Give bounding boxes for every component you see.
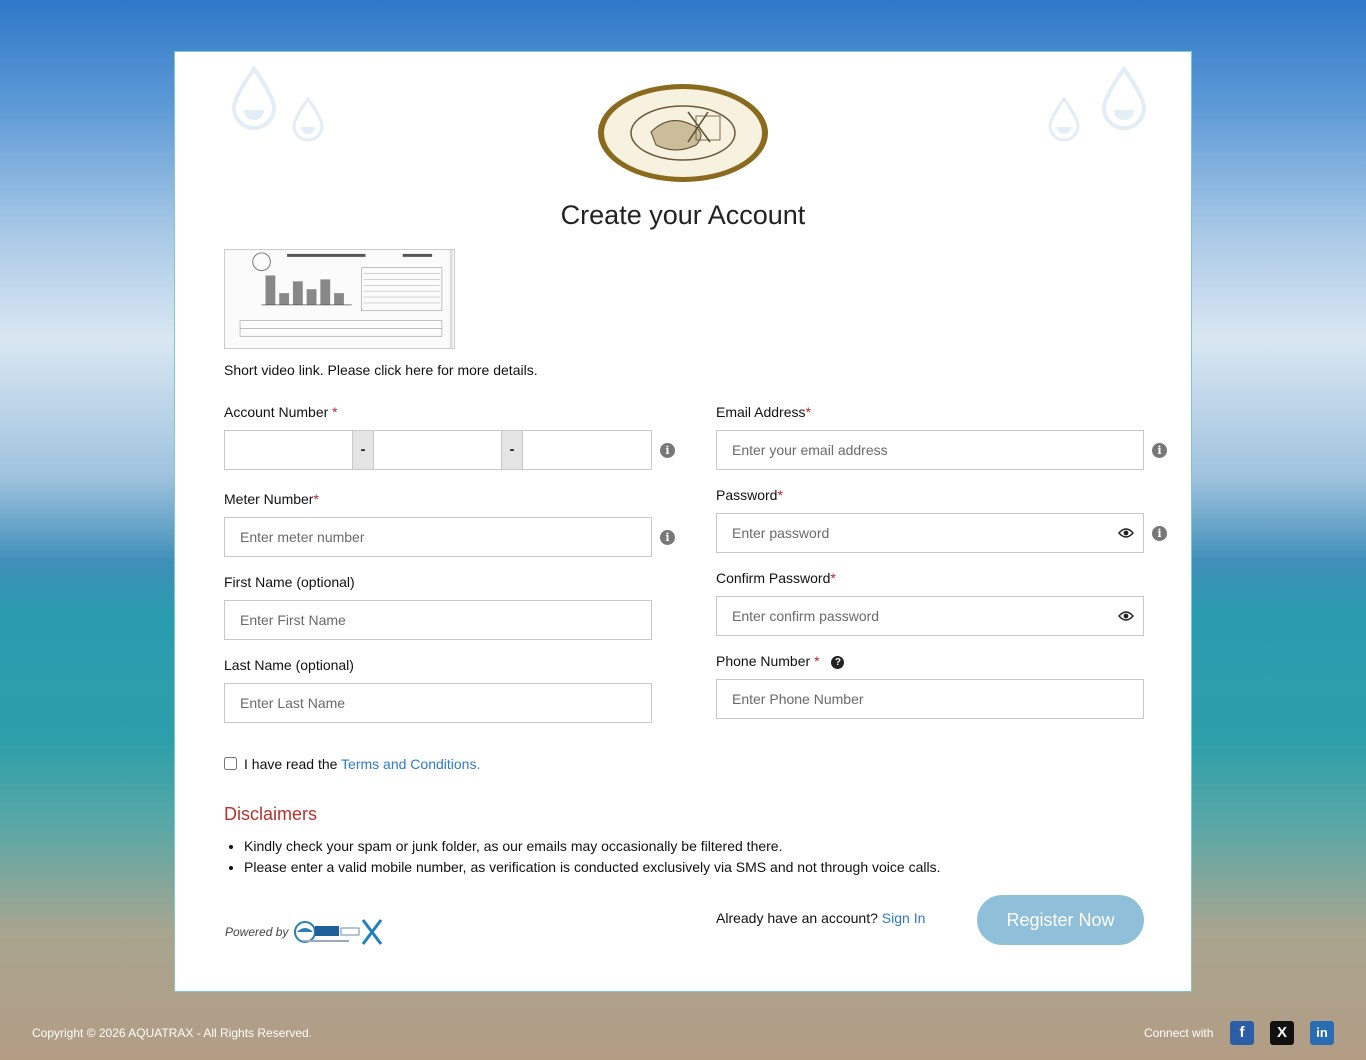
- info-icon[interactable]: i: [660, 443, 675, 458]
- first-name-input[interactable]: [224, 600, 652, 640]
- phone-label-text: Phone Number: [716, 653, 811, 669]
- account-number-label-text: Account Number: [224, 404, 329, 420]
- required-mark: *: [777, 487, 783, 503]
- account-number-part1-input[interactable]: [224, 430, 353, 470]
- email-label: Email Address*: [716, 404, 811, 420]
- last-name-label: Last Name (optional): [224, 657, 354, 673]
- first-name-label: First Name (optional): [224, 574, 355, 590]
- password-label-text: Password: [716, 487, 778, 503]
- copyright-text: Copyright © 2026 AQUATRAX - All Rights R…: [32, 1026, 313, 1040]
- video-link[interactable]: Short video link. Please click here for …: [224, 362, 538, 378]
- x-icon[interactable]: X: [1270, 1021, 1294, 1045]
- info-icon[interactable]: i: [1152, 443, 1167, 458]
- terms-checkbox[interactable]: [224, 757, 237, 770]
- linkedin-icon[interactable]: in: [1310, 1021, 1334, 1045]
- have-account-text: Already have an account? Sign In: [716, 910, 925, 926]
- terms-link[interactable]: Terms and Conditions.: [341, 756, 480, 772]
- account-number-part3-input[interactable]: [522, 430, 652, 470]
- account-number-label: Account Number *: [224, 404, 338, 420]
- last-name-input[interactable]: [224, 683, 652, 723]
- water-drop-icon: [292, 96, 324, 142]
- account-number-separator: -: [353, 430, 373, 470]
- confirm-password-input[interactable]: [716, 596, 1144, 636]
- register-now-button[interactable]: Register Now: [977, 895, 1144, 945]
- disclaimers-title: Disclaimers: [224, 804, 318, 824]
- phone-input[interactable]: [716, 679, 1144, 719]
- eye-icon[interactable]: [1118, 610, 1134, 622]
- disclaimers-list: Kindly check your spam or junk folder, a…: [224, 836, 940, 878]
- sign-in-link[interactable]: Sign In: [882, 910, 926, 926]
- water-drop-icon: [231, 66, 277, 130]
- list-item: Please enter a valid mobile number, as v…: [244, 857, 940, 878]
- water-drop-icon: [1048, 96, 1080, 142]
- terms-text: I have read the Terms and Conditions.: [244, 756, 480, 772]
- required-mark: *: [830, 570, 836, 586]
- meter-number-label-text: Meter Number: [224, 491, 314, 507]
- required-mark: *: [814, 653, 820, 669]
- connect-with-text: Connect with: [1144, 1026, 1214, 1040]
- list-item: Kindly check your spam or junk folder, a…: [244, 836, 940, 857]
- powered-by-text: Powered by: [225, 925, 289, 939]
- phone-label: Phone Number * ?: [716, 653, 845, 669]
- password-label: Password*: [716, 487, 783, 503]
- aquatrax-logo: [294, 919, 383, 945]
- eye-icon[interactable]: [1118, 527, 1134, 539]
- required-mark: *: [805, 404, 811, 420]
- meter-number-input[interactable]: [224, 517, 652, 557]
- city-seal-logo: [598, 84, 768, 182]
- email-label-text: Email Address: [716, 404, 806, 420]
- email-input[interactable]: [716, 430, 1144, 470]
- water-bill-sample-image[interactable]: [224, 249, 455, 349]
- required-mark: *: [332, 404, 338, 420]
- page-title: Create your Account: [560, 200, 806, 230]
- account-number-separator: -: [502, 430, 522, 470]
- registration-card: Create your Account Short video link. Pl…: [174, 51, 1192, 992]
- confirm-password-label-text: Confirm Password: [716, 570, 831, 586]
- password-input[interactable]: [716, 513, 1144, 553]
- required-mark: *: [313, 491, 319, 507]
- have-account-label: Already have an account?: [716, 910, 878, 926]
- water-drop-icon: [1101, 66, 1147, 130]
- meter-number-label: Meter Number*: [224, 491, 319, 507]
- account-number-part2-input[interactable]: [373, 430, 502, 470]
- facebook-icon[interactable]: f: [1230, 1021, 1254, 1045]
- question-icon[interactable]: ?: [831, 656, 845, 669]
- confirm-password-label: Confirm Password*: [716, 570, 836, 586]
- info-icon[interactable]: i: [1152, 526, 1167, 541]
- info-icon[interactable]: i: [660, 530, 675, 545]
- terms-prefix: I have read the: [244, 756, 338, 772]
